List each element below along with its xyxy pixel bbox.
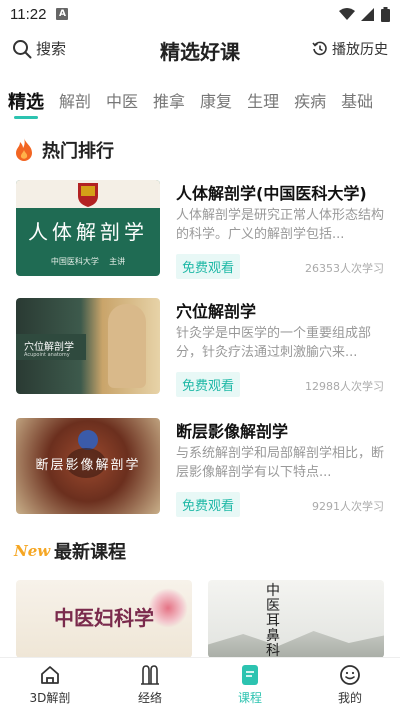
course-description: 与系统解剖学和局部解剖学相比，断层影像解剖学有以下特点... xyxy=(176,446,384,480)
home-icon xyxy=(41,666,59,684)
thumb-caption: Acupoint anatomy xyxy=(24,352,70,358)
nav-courses[interactable]: 课程 xyxy=(200,658,300,711)
wifi-icon xyxy=(339,7,355,20)
course-description: 人体解剖学是研究正常人体形态结构的科学。广义的解剖学包括... xyxy=(176,208,384,242)
course-thumbnail: 穴位解剖学 Acupoint anatomy xyxy=(16,298,160,394)
nav-label: 课程 xyxy=(237,691,262,705)
meridian-icon xyxy=(141,665,159,685)
search-icon xyxy=(13,39,32,58)
status-icons xyxy=(339,6,390,22)
nav-profile[interactable]: 我的 xyxy=(300,658,400,711)
thumb-title: 断层影像解剖学 xyxy=(35,458,141,473)
course-title: 人体解剖学(中国医科大学) xyxy=(176,184,367,203)
fire-icon xyxy=(16,138,32,161)
hot-ranking-header: 热门排行 xyxy=(14,137,114,163)
course-item[interactable]: 穴位解剖学 Acupoint anatomy 穴位解剖学 针灸学是中医学的一个重… xyxy=(16,298,386,400)
search-label: 搜索 xyxy=(36,40,67,58)
play-history-label: 播放历史 xyxy=(332,42,388,58)
latest-course-card[interactable]: 中医妇科学 xyxy=(16,580,192,658)
learner-count: 26353人次学习 xyxy=(305,262,384,275)
new-badge-icon: New xyxy=(14,542,51,560)
history-icon xyxy=(312,41,327,56)
university-logo-icon xyxy=(78,183,98,207)
top-bar: 搜索 精选好课 播放历史 xyxy=(0,32,400,68)
free-watch-button[interactable]: 免费观看 xyxy=(176,372,241,397)
nav-3d-anatomy[interactable]: 3D解剖 xyxy=(0,658,100,711)
course-book-icon xyxy=(242,665,258,685)
course-item[interactable]: 人体解剖学 中国医科大学 主讲 人体解剖学(中国医科大学) 人体解剖学是研究正常… xyxy=(16,180,386,282)
category-tabs: 精选 解剖 中医 推拿 康复 生理 疾病 基础 xyxy=(0,88,400,122)
signal-icon xyxy=(361,7,374,21)
thumb-caption: 中国医科大学 主讲 xyxy=(50,257,126,266)
course-thumbnail: 断层影像解剖学 xyxy=(16,418,160,514)
status-time: 11:22 xyxy=(10,5,47,23)
latest-course-card[interactable]: 中医耳鼻科学 xyxy=(208,580,384,658)
hot-ranking-title: 热门排行 xyxy=(42,141,114,162)
course-title: 穴位解剖学 xyxy=(176,302,257,321)
thumb-title: 中医耳鼻科学 xyxy=(266,583,280,659)
thumb-mountains xyxy=(208,631,384,658)
thumb-title: 穴位解剖学 xyxy=(24,342,74,353)
battery-icon xyxy=(381,6,390,22)
thumb-title: 人体解剖学 xyxy=(28,220,148,244)
thumb-blob-blue xyxy=(78,430,98,450)
tab-physiology[interactable]: 生理 xyxy=(247,88,279,120)
course-title: 断层影像解剖学 xyxy=(176,422,289,441)
bottom-navigation: 3D解剖 经络 课程 我的 xyxy=(0,657,400,711)
learner-count: 9291人次学习 xyxy=(312,500,384,513)
latest-courses-header: New 最新课程 xyxy=(14,538,126,564)
nav-label: 3D解剖 xyxy=(29,691,71,705)
tab-basics[interactable]: 基础 xyxy=(341,88,373,120)
play-history-button[interactable]: 播放历史 xyxy=(312,39,388,59)
free-watch-button[interactable]: 免费观看 xyxy=(176,254,241,279)
thumb-figure xyxy=(108,304,146,388)
free-watch-button[interactable]: 免费观看 xyxy=(176,492,241,517)
status-bar: 11:22 A xyxy=(0,0,400,28)
nav-label: 经络 xyxy=(137,691,162,705)
tab-featured[interactable]: 精选 xyxy=(8,88,44,120)
search-button[interactable]: 搜索 xyxy=(12,38,66,59)
tab-disease[interactable]: 疾病 xyxy=(294,88,326,120)
tab-massage[interactable]: 推拿 xyxy=(153,88,185,120)
latest-courses-title: 最新课程 xyxy=(54,542,126,563)
tab-anatomy[interactable]: 解剖 xyxy=(59,88,91,120)
nav-meridians[interactable]: 经络 xyxy=(100,658,200,711)
learner-count: 12988人次学习 xyxy=(305,380,384,393)
course-description: 针灸学是中医学的一个重要组成部分，针灸疗法通过刺激腧穴来... xyxy=(176,326,372,360)
course-item[interactable]: 断层影像解剖学 断层影像解剖学 与系统解剖学和局部解剖学相比，断层影像解剖学有以… xyxy=(16,418,386,520)
thumb-title: 中医妇科学 xyxy=(54,606,154,630)
tab-tcm[interactable]: 中医 xyxy=(106,88,138,120)
app-notification-icon: A xyxy=(56,8,69,20)
nav-label: 我的 xyxy=(337,691,362,705)
profile-face-icon xyxy=(340,665,360,685)
tab-rehab[interactable]: 康复 xyxy=(200,88,232,120)
course-thumbnail: 人体解剖学 中国医科大学 主讲 xyxy=(16,180,160,276)
